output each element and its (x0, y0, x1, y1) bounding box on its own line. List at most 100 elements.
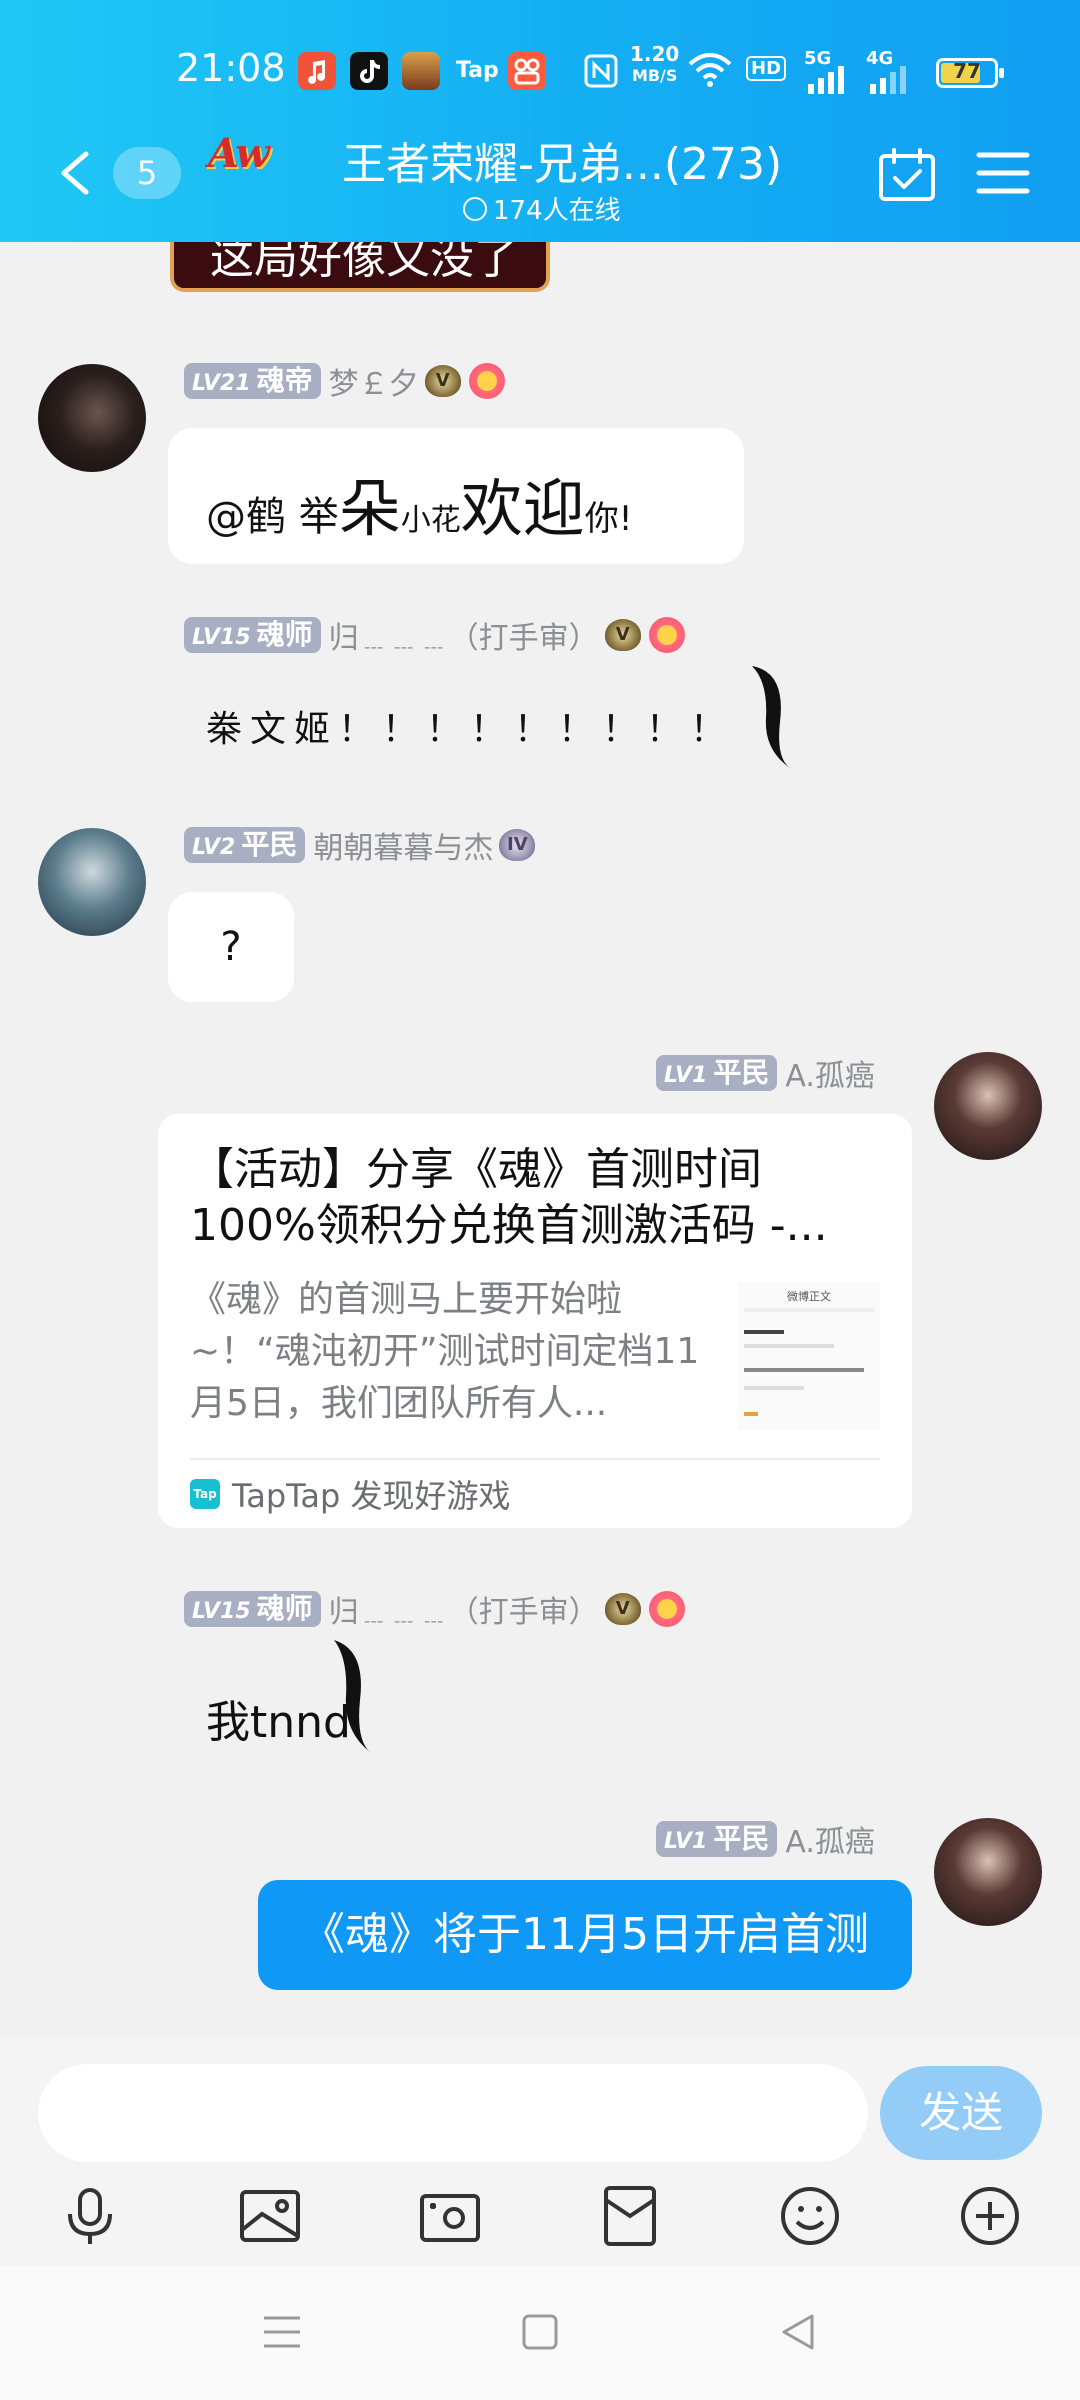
level-number: LV1 (664, 1063, 708, 1088)
online-clock-icon (463, 196, 487, 221)
online-count-text: 174人在线 (493, 196, 621, 226)
level-rank: 魂师 (256, 1592, 313, 1625)
send-button[interactable]: 发送 (880, 2066, 1042, 2160)
level-badge: LV1 平民 (656, 1821, 778, 1857)
shop-app-icon (508, 52, 546, 90)
message-text: 欢迎 (460, 472, 585, 545)
calendar-check-icon[interactable] (878, 148, 936, 202)
message-text[interactable]: 桊文姬！！！！！！！！！ (206, 700, 734, 752)
level-number: LV15 (192, 1599, 251, 1624)
level-rank: 平民 (713, 1822, 770, 1855)
chat-message-list[interactable]: 这局好像又没了 LV21 魂帝 梦￡夕 V @鹤 举朵小花欢迎你! LV15 魂师 … (0, 242, 1080, 2036)
sender-name[interactable]: 朝朝暮暮与杰 (313, 823, 493, 867)
level-number: LV21 (192, 371, 251, 396)
tiktok-app-icon (350, 52, 388, 90)
sender-name[interactable]: A.孤癌 (785, 1817, 875, 1861)
level-badge: LV2 平民 (184, 827, 306, 863)
link-card-source: Tap TapTap 发现好游戏 (190, 1472, 511, 1516)
plus-icon[interactable] (958, 2184, 1022, 2248)
brush-stroke-decoration (334, 1640, 370, 1752)
sender-name[interactable]: 归﹍﹍﹍（打手审） (329, 613, 599, 657)
group-title[interactable]: 王者荣耀-兄弟...(273) (342, 128, 782, 192)
message-meta: LV15 魂师 归﹍﹍﹍（打手审） V (184, 613, 685, 657)
level-number: LV2 (192, 835, 236, 860)
level-rank: 平民 (713, 1056, 770, 1089)
avatar[interactable] (934, 1052, 1042, 1160)
message-bubble[interactable]: @鹤 举朵小花欢迎你! (168, 428, 744, 564)
message-meta: LV1 平民 A.孤癌 (656, 1051, 875, 1095)
sender-name[interactable]: A.孤癌 (785, 1051, 875, 1095)
clan-logo: Aw (208, 130, 270, 177)
unread-count-badge[interactable]: 5 (113, 147, 181, 199)
message-meta: LV15 魂师 归﹍﹍﹍（打手审） V (184, 1587, 685, 1631)
message-text: 你! (584, 499, 633, 539)
level-rank: 魂帝 (256, 364, 313, 397)
message-bubble[interactable]: 《魂》将于11月5日开启首测 (258, 1880, 912, 1990)
online-count[interactable]: 174人在线 (463, 190, 621, 227)
message-text: 朵 (338, 472, 401, 545)
level-number: LV1 (664, 1829, 708, 1854)
game-app-icon (402, 52, 440, 90)
message-meta: LV2 平民 朝朝暮暮与杰 IV (184, 823, 536, 867)
brush-stroke-decoration (752, 666, 790, 768)
shared-link-card[interactable]: 【活动】分享《魂》首测时间100%领积分兑换首测激活码 -... 《魂》的首测马… (158, 1114, 912, 1528)
level-number: LV15 (192, 625, 251, 650)
flower-badge-icon (648, 617, 685, 653)
level-badge: LV15 魂师 (184, 617, 321, 653)
red-packet-icon[interactable] (598, 2184, 662, 2248)
nav-menu-icon[interactable] (260, 2310, 304, 2354)
network-speed: 1.20 MB/S (630, 44, 679, 86)
image-icon[interactable] (238, 2184, 302, 2248)
level-rank: 平民 (241, 828, 298, 861)
nav-back-icon[interactable] (776, 2310, 820, 2354)
message-text: ? (220, 924, 242, 970)
level-badge: LV21 魂帝 (184, 363, 321, 399)
vip-badge-icon: IV (499, 829, 536, 861)
thumbnail-title: 微博正文 (787, 1290, 831, 1303)
message-bubble[interactable]: ? (168, 892, 294, 1002)
emoji-icon[interactable] (778, 2184, 842, 2248)
avatar[interactable] (38, 828, 146, 936)
link-card-divider (190, 1458, 880, 1460)
message-input[interactable] (38, 2064, 868, 2162)
network-speed-unit: MB/S (631, 66, 678, 85)
level-rank: 魂师 (256, 618, 313, 651)
message-text: @鹤 举 (206, 494, 339, 540)
menu-icon[interactable] (976, 150, 1030, 196)
signal-5g-bars-icon (806, 64, 846, 98)
message-meta: LV21 魂帝 梦￡夕 V (184, 359, 505, 403)
network-speed-value: 1.20 (630, 42, 680, 66)
message-input-area: 发送 (0, 2036, 1080, 2266)
vip-badge-icon: V (604, 1593, 641, 1625)
link-card-description: 《魂》的首测马上要开始啦~！“魂沌初开”测试时间定档11月5日，我们团队所有人.… (190, 1279, 700, 1424)
avatar[interactable] (934, 1818, 1042, 1926)
message-text: 小花 (400, 503, 461, 538)
link-card-title: 【活动】分享《魂》首测时间100%领积分兑换首测激活码 -... (190, 1144, 828, 1251)
back-arrow-icon[interactable] (58, 150, 90, 196)
flower-badge-icon (648, 1591, 685, 1627)
vip-badge-icon: V (424, 365, 461, 397)
status-bar: 21:08 Tap 1.20 MB/S HD 5G 4G 77 (0, 40, 1080, 104)
message-meta: LV1 平民 A.孤癌 (656, 1817, 875, 1861)
sender-name[interactable]: 归﹍﹍﹍（打手审） (329, 1587, 599, 1631)
signal-4g-bars-icon (868, 64, 908, 98)
sender-name[interactable]: 梦￡夕 (329, 359, 419, 403)
microphone-icon[interactable] (58, 2184, 122, 2248)
camera-icon[interactable] (418, 2184, 482, 2248)
level-badge: LV15 魂师 (184, 1591, 321, 1627)
nav-home-icon[interactable] (518, 2310, 562, 2354)
taptap-icon: Tap (190, 1479, 220, 1509)
link-card-source-text: TapTap 发现好游戏 (232, 1477, 511, 1515)
link-card-thumbnail: 微博正文 (738, 1282, 880, 1430)
avatar[interactable] (38, 364, 146, 472)
battery-icon: 77 (936, 58, 1004, 88)
tap-app-icon: Tap (456, 58, 499, 83)
sticker-message[interactable]: 这局好像又没了 (170, 242, 550, 292)
vip-badge-icon: V (604, 619, 641, 651)
system-navigation-bar (0, 2266, 1080, 2400)
chat-header: 21:08 Tap 1.20 MB/S HD 5G 4G 77 5 Aw 王者荣… (0, 0, 1080, 242)
music-app-icon (298, 52, 336, 90)
battery-level: 77 (953, 59, 981, 83)
hd-icon: HD (746, 56, 787, 81)
level-badge: LV1 平民 (656, 1055, 778, 1091)
